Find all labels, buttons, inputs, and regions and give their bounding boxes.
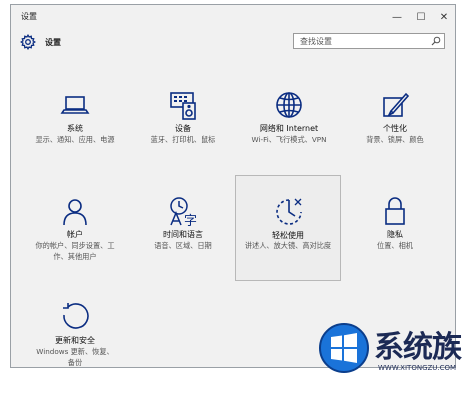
laptop-icon [60,96,90,114]
ease-of-access-icon [276,198,302,225]
update-icon [63,303,89,329]
tile-devices[interactable]: 设备 蓝牙、打印机、鼠标 [137,83,229,187]
tile-description: 位置、相机 [377,241,413,250]
tile-label: 设备 [175,124,191,133]
tile-label: 个性化 [383,124,407,133]
tile-label: 轻松使用 [272,231,304,240]
tile-ease-of-access[interactable]: 轻松使用 讲述人、放大镜、高对比度 [235,175,341,281]
search-icon[interactable] [431,36,441,46]
maximize-button[interactable]: ☐ [409,7,433,27]
settings-window: 设置 — ☐ ✕ 设置 查找设置 系统 显示、通知、应用、电源 设备 蓝牙、打印… [10,4,456,368]
tile-label: 帐户 [67,230,83,239]
tile-time-language[interactable]: 字 时间和语言 语音、区域、日期 [137,189,229,293]
watermark-text: 系统族 [374,330,462,365]
tile-description: 你的帐户、同步设置、工作、其他用户 [35,241,115,261]
gear-icon [20,34,36,50]
svg-text:字: 字 [184,214,197,227]
title-bar: 设置 — ☐ ✕ [11,5,455,29]
lock-icon [385,197,405,225]
tile-update-security[interactable]: 更新和安全 Windows 更新、恢复、备份 [29,295,121,399]
tile-description: 背景、锁屏、颜色 [366,135,424,144]
window-title: 设置 [21,12,37,21]
page-title: 设置 [45,38,61,47]
search-placeholder: 查找设置 [300,37,332,46]
tile-network[interactable]: 网络和 Internet Wi-Fi、飞行模式、VPN [243,83,335,187]
watermark: 系统族 WWW.XITONGZU.COM [318,322,466,378]
tile-privacy[interactable]: 隐私 位置、相机 [349,189,441,293]
globe-icon [276,92,302,118]
tile-description: 讲述人、放大镜、高对比度 [244,241,332,250]
tile-description: 蓝牙、打印机、鼠标 [150,135,216,144]
tile-description: Windows 更新、恢复、备份 [36,347,114,367]
tile-personalization[interactable]: 个性化 背景、锁屏、颜色 [349,83,441,187]
tile-label: 隐私 [387,230,403,239]
devices-icon [170,92,196,120]
windows-logo-icon [319,323,369,373]
tile-accounts[interactable]: 帐户 你的帐户、同步设置、工作、其他用户 [29,189,121,293]
watermark-url: WWW.XITONGZU.COM [378,364,457,372]
tile-description: 显示、通知、应用、电源 [35,135,115,144]
minimize-button[interactable]: — [385,7,409,27]
tile-label: 时间和语言 [163,230,203,239]
tile-label: 更新和安全 [55,336,95,345]
time-language-icon: 字 [170,197,197,227]
tile-system[interactable]: 系统 显示、通知、应用、电源 [29,83,121,187]
close-button[interactable]: ✕ [432,7,456,27]
tile-label: 网络和 Internet [259,124,319,133]
personalization-icon [383,92,410,117]
tile-description: Wi-Fi、飞行模式、VPN [251,135,327,144]
user-icon [63,199,87,226]
tile-description: 语音、区域、日期 [154,241,212,250]
search-input[interactable]: 查找设置 [293,33,445,49]
tile-label: 系统 [67,124,83,133]
header: 设置 查找设置 [11,31,455,59]
